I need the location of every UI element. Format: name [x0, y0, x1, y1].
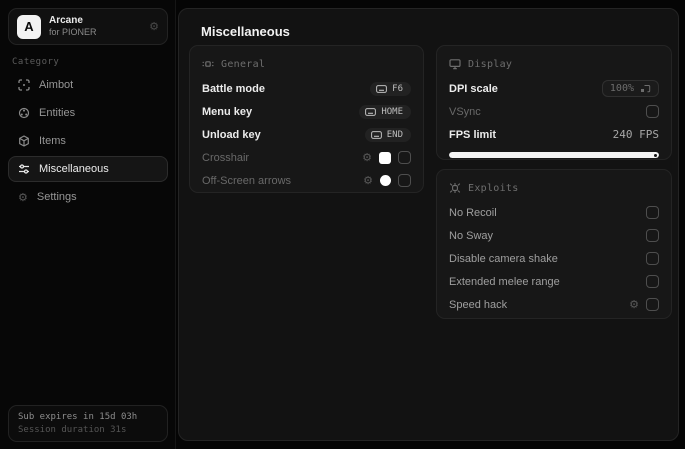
setting-row-offscreen-arrows: Off-Screen arrows ⚙	[202, 169, 411, 192]
sidebar-item-miscellaneous[interactable]: Miscellaneous	[8, 156, 168, 182]
app-logo: A	[17, 14, 41, 39]
sidebar-item-settings[interactable]: ⚙ Settings	[8, 184, 168, 210]
sub-expiry-text: Sub expires in 15d 03h	[18, 412, 138, 422]
sidebar: A Arcane for PIONER ⚙ Category Aimbot En…	[0, 0, 176, 449]
color-swatch[interactable]	[379, 151, 391, 164]
entities-icon	[18, 107, 30, 119]
panel-exploits: Exploits No Recoil No Sway Disable camer…	[436, 169, 672, 319]
sidebar-item-label: Miscellaneous	[39, 163, 109, 175]
no-sway-checkbox[interactable]	[646, 229, 659, 242]
keyboard-icon	[376, 84, 388, 93]
setting-row-no-sway: No Sway	[449, 224, 659, 247]
sidebar-item-label: Settings	[36, 191, 77, 203]
session-duration-text: Session duration 31s	[18, 425, 127, 436]
monitor-icon	[449, 59, 461, 70]
panel-title: Display	[468, 58, 513, 70]
setting-row-fps-limit: FPS limit 240 FPS	[449, 128, 659, 141]
brand-header: A Arcane for PIONER ⚙	[8, 8, 168, 45]
gear-icon[interactable]: ⚙	[629, 299, 639, 310]
bug-icon	[449, 183, 461, 193]
sidebar-item-entities[interactable]: Entities	[8, 100, 168, 126]
scan-icon	[18, 79, 30, 91]
extended-melee-range-checkbox[interactable]	[646, 275, 659, 288]
subscription-status: Sub expires in 15d 03h Session duration …	[8, 405, 168, 442]
sidebar-item-label: Aimbot	[39, 79, 74, 91]
fps-limit-slider[interactable]	[449, 152, 659, 158]
sidebar-item-label: Items	[39, 135, 66, 147]
setting-row-extended-melee-range: Extended melee range	[449, 270, 659, 293]
sliders-icon	[19, 164, 29, 174]
keyboard-icon	[365, 107, 377, 116]
panel-display: Display DPI scale 100% VSync FPS limit 2…	[436, 45, 672, 160]
sidebar-item-aimbot[interactable]: Aimbot	[8, 72, 168, 98]
slider-thumb[interactable]	[654, 153, 657, 157]
app-window: A Arcane for PIONER ⚙ Category Aimbot En…	[0, 0, 685, 449]
setting-row-battle-mode: Battle mode F6	[202, 77, 411, 100]
slider-fill	[449, 152, 659, 158]
keybind-unload-key[interactable]: END	[364, 127, 411, 142]
list-icon	[202, 61, 214, 67]
no-recoil-checkbox[interactable]	[646, 206, 659, 219]
main-card: Miscellaneous General Battle mode F6 Men…	[178, 8, 679, 441]
speed-hack-checkbox[interactable]	[646, 298, 659, 311]
setting-row-no-recoil: No Recoil	[449, 201, 659, 224]
setting-row-unload-key: Unload key END	[202, 123, 411, 146]
scale-icon	[641, 84, 651, 92]
panel-title: Exploits	[468, 182, 519, 194]
crosshair-checkbox[interactable]	[398, 151, 411, 164]
panel-title: General	[221, 58, 266, 70]
keybind-battle-mode[interactable]: F6	[370, 81, 411, 96]
setting-row-disable-camera-shake: Disable camera shake	[449, 247, 659, 270]
page-title: Miscellaneous	[201, 24, 290, 39]
gear-icon: ⚙	[18, 190, 28, 204]
gear-icon[interactable]: ⚙	[149, 21, 159, 32]
category-label: Category	[12, 57, 60, 67]
keyboard-icon	[370, 130, 382, 139]
dpi-scale-select[interactable]: 100%	[601, 80, 659, 97]
panel-general: General Battle mode F6 Menu key HOME Unl…	[189, 45, 424, 193]
offscreen-arrows-checkbox[interactable]	[398, 174, 411, 187]
sidebar-nav: Aimbot Entities Items Miscellaneous ⚙ Se…	[8, 72, 168, 212]
keybind-menu-key[interactable]: HOME	[359, 104, 411, 119]
fps-limit-value: 240 FPS	[612, 128, 659, 141]
setting-row-vsync: VSync	[449, 100, 659, 123]
sidebar-item-items[interactable]: Items	[8, 128, 168, 154]
app-name: Arcane	[49, 14, 83, 26]
package-icon	[19, 135, 29, 147]
sidebar-item-label: Entities	[39, 107, 76, 119]
disable-camera-shake-checkbox[interactable]	[646, 252, 659, 265]
gear-icon[interactable]: ⚙	[362, 152, 372, 163]
vsync-checkbox[interactable]	[646, 105, 659, 118]
setting-row-dpi-scale: DPI scale 100%	[449, 77, 659, 100]
setting-row-crosshair: Crosshair ⚙	[202, 146, 411, 169]
color-swatch[interactable]	[380, 175, 391, 186]
gear-icon[interactable]: ⚙	[363, 175, 373, 186]
app-subtitle: for PIONER	[49, 27, 97, 38]
setting-row-menu-key: Menu key HOME	[202, 100, 411, 123]
setting-row-speed-hack: Speed hack ⚙	[449, 293, 659, 316]
